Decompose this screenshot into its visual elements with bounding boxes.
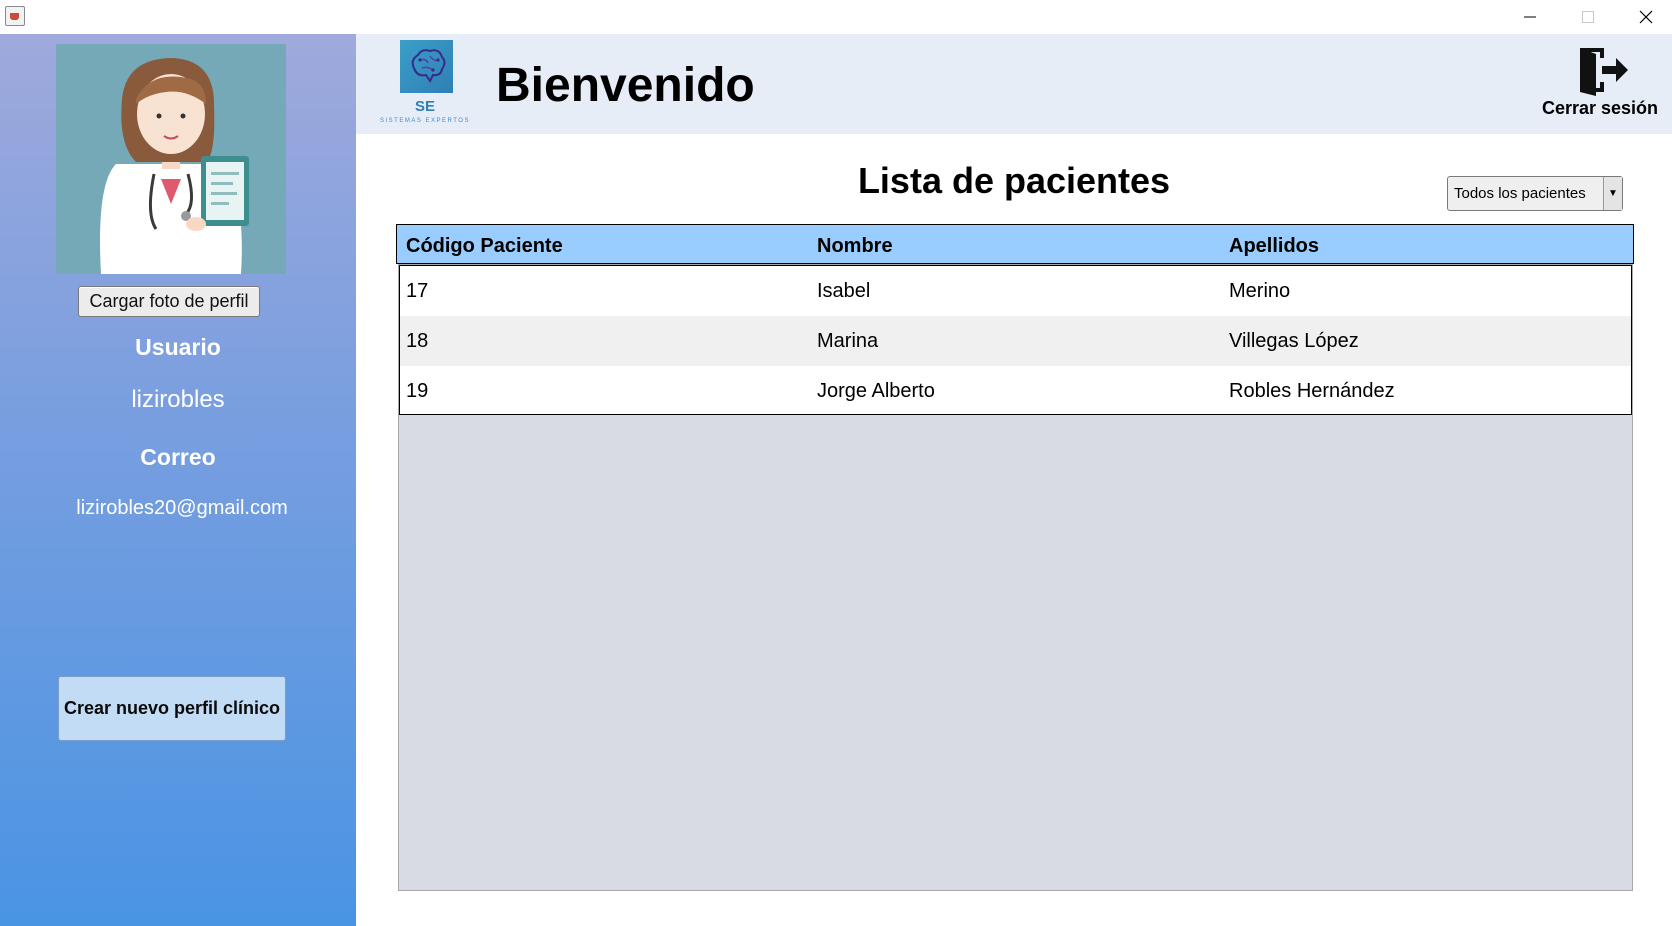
cell-name: Isabel <box>817 280 871 302</box>
new-clinical-profile-button[interactable]: Crear nuevo perfil clínico <box>58 676 286 741</box>
table-row[interactable]: 17 Isabel Merino <box>400 266 1631 316</box>
patient-filter-dropdown[interactable]: Todos los pacientes ▼ <box>1447 176 1623 211</box>
cell-name: Marina <box>817 330 879 352</box>
maximize-icon <box>1582 11 1594 23</box>
column-header-code[interactable]: Código Paciente <box>406 235 563 258</box>
patient-table: 17 Isabel Merino 18 Marina Villegas Lópe… <box>398 264 1633 891</box>
chevron-down-icon[interactable]: ▼ <box>1603 177 1622 210</box>
filter-selected-value: Todos los pacientes <box>1454 185 1586 202</box>
table-row[interactable]: 19 Jorge Alberto Robles Hernández <box>400 366 1631 416</box>
cell-surname: Merino <box>1229 280 1291 302</box>
logout-button[interactable]: Cerrar sesión <box>1540 40 1660 124</box>
email-label: Correo <box>140 444 216 470</box>
user-label: Usuario <box>135 334 221 360</box>
close-button[interactable] <box>1617 0 1672 34</box>
table-rows: 17 Isabel Merino 18 Marina Villegas Lópe… <box>399 265 1632 415</box>
cell-name: Jorge Alberto <box>817 380 935 402</box>
maximize-button[interactable] <box>1559 0 1617 34</box>
load-photo-button[interactable]: Cargar foto de perfil <box>78 286 260 317</box>
title-bar <box>0 0 1672 34</box>
email-value: lizirobles20@gmail.com <box>76 497 288 519</box>
logout-door-icon <box>1580 48 1628 96</box>
welcome-title: Bienvenido <box>496 59 755 112</box>
cell-surname: Villegas López <box>1229 330 1359 352</box>
logo-abbr: SE <box>414 98 435 115</box>
cell-code: 18 <box>406 330 429 352</box>
logo: SE SISTEMAS EXPERTOS <box>378 40 472 124</box>
cell-code: 19 <box>406 380 429 402</box>
logo-subtitle: SISTEMAS EXPERTOS <box>380 118 470 124</box>
brain-circuit-icon <box>400 40 453 93</box>
table-header: Código Paciente Nombre Apellidos <box>396 224 1634 264</box>
doctor-avatar <box>56 44 286 274</box>
column-header-name[interactable]: Nombre <box>817 235 893 258</box>
sidebar: Cargar foto de perfil Usuario lizirobles… <box>0 34 356 926</box>
cell-surname: Robles Hernández <box>1229 380 1395 402</box>
minimize-button[interactable] <box>1501 0 1559 34</box>
username-value: lizirobles <box>131 386 225 413</box>
cell-code: 17 <box>406 280 429 302</box>
minimize-icon <box>1524 16 1536 18</box>
close-icon <box>1639 10 1653 24</box>
column-header-surname[interactable]: Apellidos <box>1229 235 1319 258</box>
table-row[interactable]: 18 Marina Villegas López <box>400 316 1631 366</box>
java-app-icon <box>5 6 25 26</box>
logout-label: Cerrar sesión <box>1541 98 1659 118</box>
